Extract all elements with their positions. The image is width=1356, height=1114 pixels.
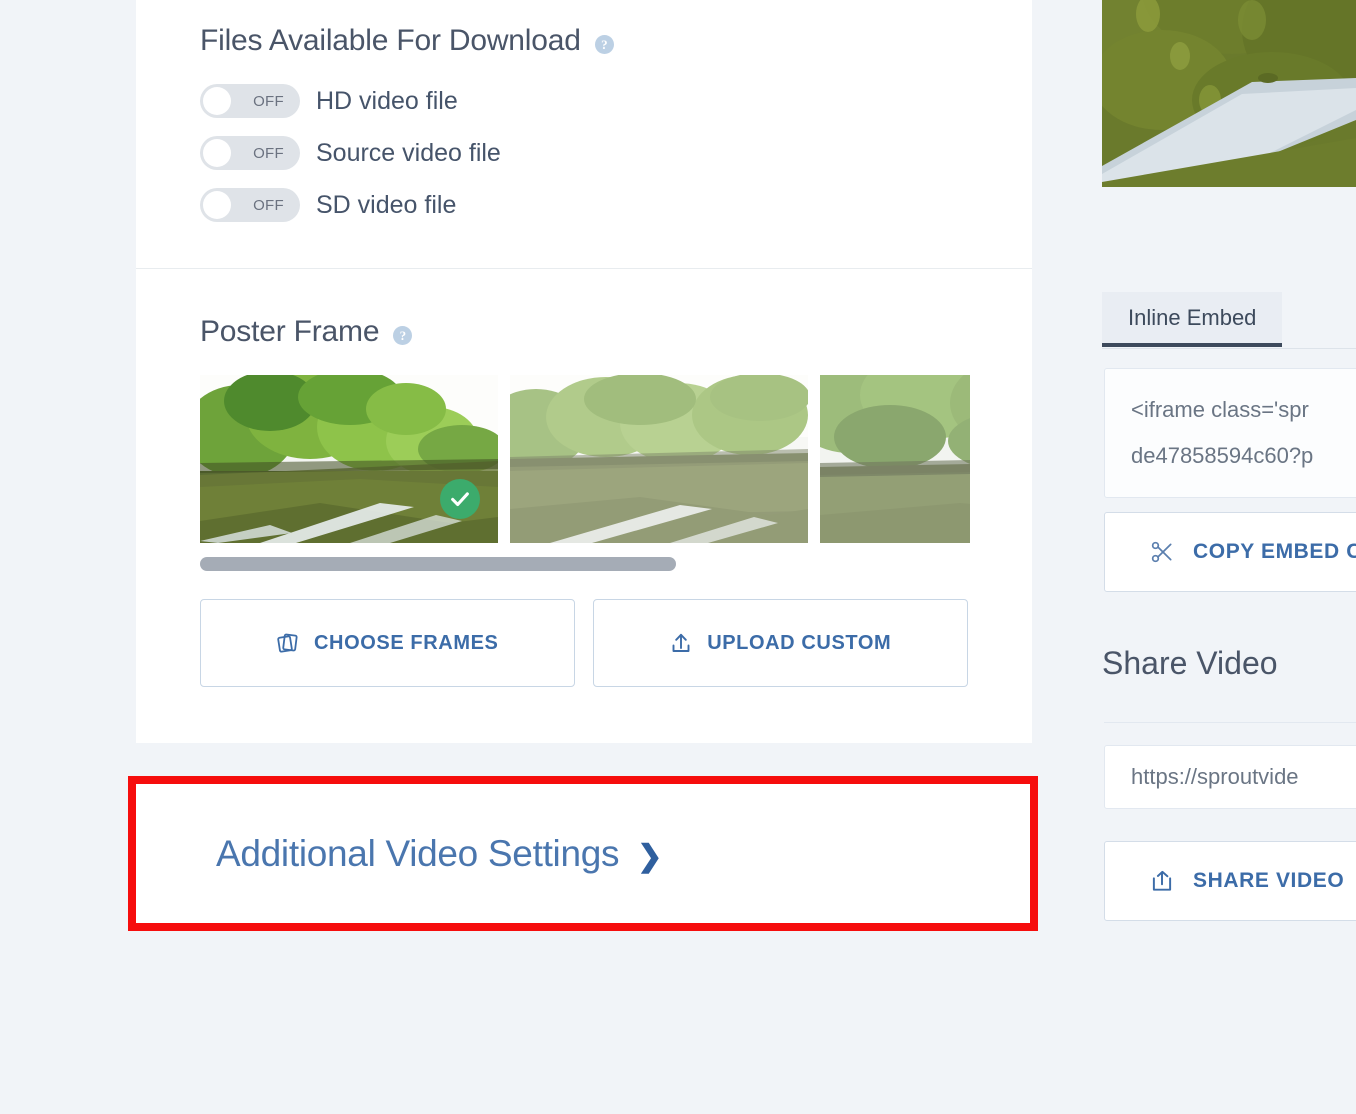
toggle-label-hd-video-file: HD video file [316, 87, 458, 116]
toggle-hd-video-file[interactable]: OFF [200, 84, 300, 118]
poster-frame-thumbnail-strip[interactable] [200, 375, 970, 543]
poster-frame-thumbnail[interactable] [200, 375, 498, 543]
frames-stack-icon [276, 631, 300, 655]
question-mark-icon[interactable]: ? [393, 326, 412, 345]
embed-tabs: Inline Embed [1102, 292, 1356, 349]
poster-frame-thumbnail[interactable] [510, 375, 808, 543]
embed-code-line-1: <iframe class='spr [1131, 387, 1356, 433]
toggle-state-label: OFF [253, 197, 284, 214]
poster-frame-thumbnail[interactable] [820, 375, 970, 543]
toggle-label-source-video-file: Source video file [316, 139, 501, 168]
files-available-for-download-section: Files Available For Download ? OFF HD vi… [136, 0, 1032, 268]
scrollbar-thumb[interactable] [200, 557, 676, 571]
choose-frames-label: CHOOSE FRAMES [314, 632, 498, 655]
poster-frame-title: Poster Frame ? [200, 315, 968, 349]
files-available-for-download-title: Files Available For Download ? [200, 24, 968, 58]
toggle-row-sd-video-file: OFF SD video file [200, 188, 585, 222]
embed-code-line-2: de47858594c60?p [1131, 433, 1356, 479]
additional-video-settings-link[interactable]: Additional Video Settings ❯ [216, 833, 662, 875]
chevron-right-icon: ❯ [637, 839, 662, 874]
copy-embed-code-button[interactable]: COPY EMBED C [1104, 512, 1356, 592]
share-video-label: SHARE VIDEO [1193, 869, 1344, 893]
tab-inline-embed[interactable]: Inline Embed [1102, 292, 1282, 347]
video-preview-thumbnail[interactable] [1102, 0, 1356, 187]
download-toggle-group: OFF HD video file OFF Source video file … [200, 84, 968, 222]
upload-arrow-icon [669, 631, 693, 655]
toggle-sd-video-file[interactable]: OFF [200, 188, 300, 222]
additional-video-settings-section: Additional Video Settings ❯ [136, 784, 1032, 924]
toggle-knob [203, 139, 231, 167]
thumbnail-image [510, 375, 808, 543]
additional-video-settings-label: Additional Video Settings [216, 833, 619, 875]
section-heading-text: Files Available For Download [200, 24, 581, 58]
upload-custom-label: UPLOAD CUSTOM [707, 632, 891, 655]
choose-frames-button[interactable]: CHOOSE FRAMES [200, 599, 575, 687]
toggle-source-video-file[interactable]: OFF [200, 136, 300, 170]
thumbnail-image [820, 375, 970, 543]
toggle-state-label: OFF [253, 93, 284, 110]
upload-custom-button[interactable]: UPLOAD CUSTOM [593, 599, 969, 687]
share-video-title: Share Video [1102, 645, 1278, 682]
embed-code-field[interactable]: <iframe class='spr de47858594c60?p [1104, 368, 1356, 498]
check-circle-icon [440, 479, 480, 519]
question-mark-icon[interactable]: ? [595, 35, 614, 54]
share-url-value: https://sproutvide [1131, 764, 1299, 790]
poster-frame-scrollbar[interactable] [200, 557, 970, 571]
share-video-button[interactable]: SHARE VIDEO [1104, 841, 1356, 921]
toggle-state-label: OFF [253, 145, 284, 162]
share-url-field[interactable]: https://sproutvide [1104, 745, 1356, 809]
copy-embed-code-label: COPY EMBED C [1193, 540, 1356, 564]
toggle-row-hd-video-file: OFF HD video file [200, 84, 585, 118]
share-section-divider [1104, 722, 1356, 723]
video-settings-panel: Files Available For Download ? OFF HD vi… [136, 0, 1032, 743]
toggle-label-sd-video-file: SD video file [316, 191, 456, 220]
right-sidebar: Inline Embed <iframe class='spr de478585… [1102, 0, 1356, 1114]
section-heading-text: Poster Frame [200, 315, 379, 349]
poster-frame-actions: CHOOSE FRAMES UPLOAD CUSTOM [200, 599, 968, 687]
toggle-knob [203, 191, 231, 219]
poster-frame-section: Poster Frame ? [136, 268, 1032, 743]
toggle-row-source-video-file: OFF Source video file [200, 136, 585, 170]
share-arrow-icon [1149, 868, 1175, 894]
tab-label: Inline Embed [1128, 305, 1256, 331]
toggle-knob [203, 87, 231, 115]
scissors-icon [1149, 539, 1175, 565]
